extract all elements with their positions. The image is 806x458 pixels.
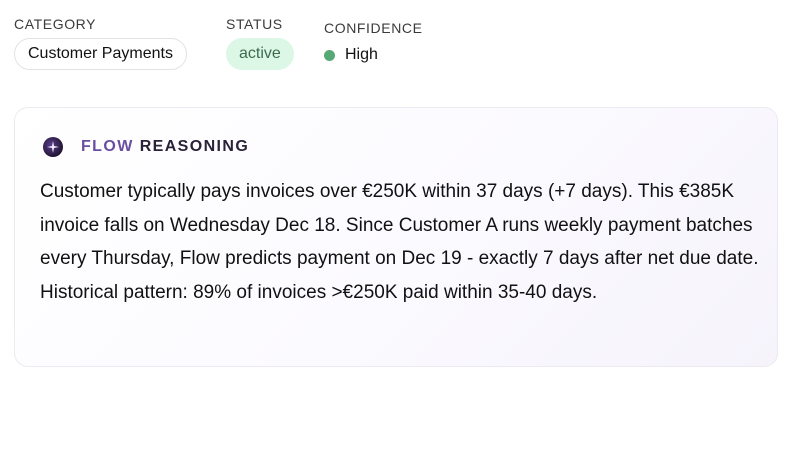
category-pill[interactable]: Customer Payments bbox=[14, 38, 187, 70]
confidence-label: CONFIDENCE bbox=[324, 20, 423, 36]
flow-reasoning-card: FLOW REASONING Customer typically pays i… bbox=[14, 107, 778, 367]
category-section: CATEGORY Customer Payments bbox=[14, 14, 187, 70]
confidence-value: High bbox=[345, 46, 378, 63]
category-label: CATEGORY bbox=[14, 16, 97, 32]
status-label: STATUS bbox=[226, 16, 283, 32]
confidence-section: CONFIDENCE High bbox=[324, 18, 423, 66]
confidence-dot-icon bbox=[324, 49, 335, 61]
card-header: FLOW REASONING bbox=[43, 136, 249, 158]
status-section: STATUS active bbox=[226, 14, 294, 70]
metadata-row: CATEGORY Customer Payments STATUS active… bbox=[14, 14, 792, 74]
status-badge: active bbox=[226, 38, 294, 70]
confidence-indicator: High bbox=[324, 44, 423, 66]
reasoning-text: Customer typically pays invoices over €2… bbox=[40, 181, 759, 303]
card-title-flow: FLOW bbox=[81, 138, 134, 155]
flow-sparkle-icon bbox=[43, 137, 63, 157]
card-title-reasoning: REASONING bbox=[139, 138, 250, 155]
